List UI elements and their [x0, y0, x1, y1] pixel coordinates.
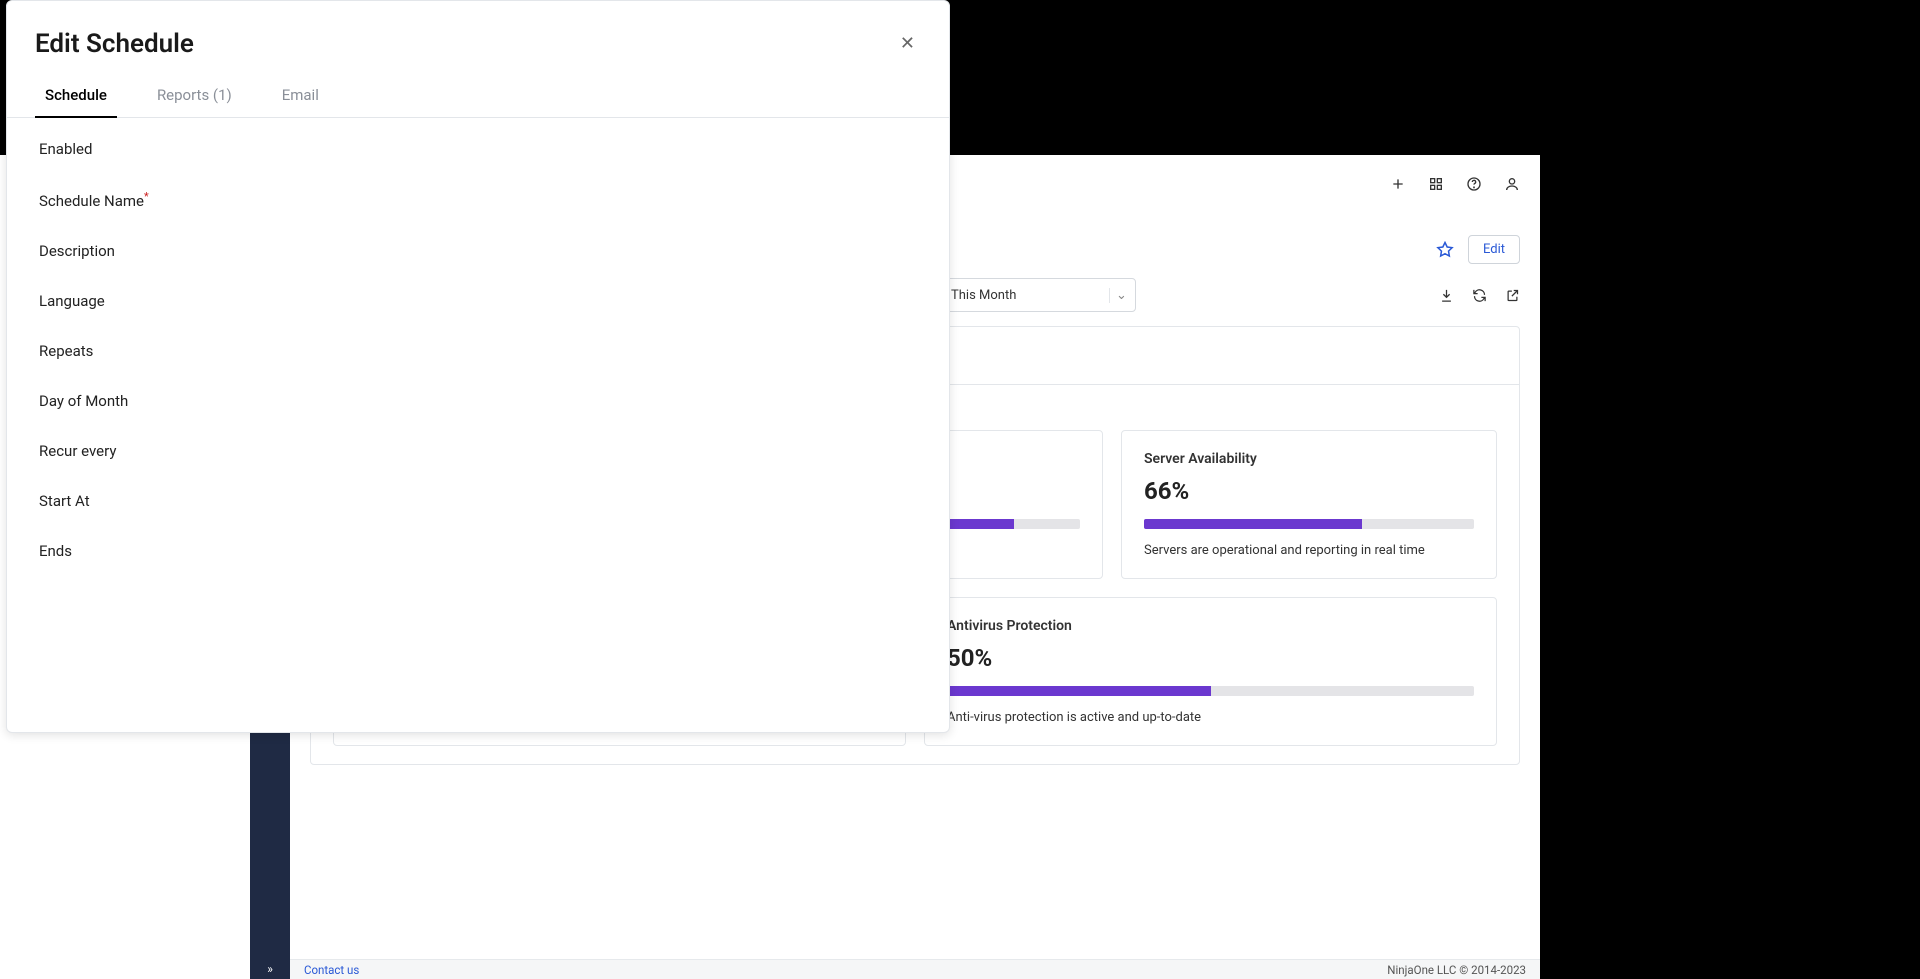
refresh-icon[interactable] [1472, 288, 1487, 303]
apps-grid-icon[interactable] [1428, 176, 1444, 192]
expand-nav-icon[interactable]: » [250, 959, 290, 979]
field-start-at: Start At [39, 492, 267, 510]
tile-percent: 66% [1144, 477, 1474, 505]
close-icon[interactable]: ✕ [894, 27, 921, 60]
field-schedule-name: Schedule Name* [39, 190, 267, 210]
user-icon[interactable] [1504, 176, 1520, 192]
copyright-text: NinjaOne LLC © 2014-2023 [1387, 963, 1526, 977]
field-ends: Ends [39, 542, 267, 560]
tile-caption: Anti-virus protection is active and up-t… [947, 710, 1474, 725]
progress-bar [1144, 519, 1474, 529]
app-footer: Contact us NinjaOne LLC © 2014-2023 [290, 959, 1540, 979]
plus-icon[interactable] [1390, 176, 1406, 192]
range-filter-dropdown[interactable]: This Month ⌄ [940, 278, 1136, 312]
help-icon[interactable] [1466, 176, 1482, 192]
favorite-star-icon[interactable] [1436, 241, 1454, 259]
field-repeats: Repeats [39, 342, 267, 360]
open-external-icon[interactable] [1505, 288, 1520, 303]
tile-caption: Servers are operational and reporting in… [1144, 543, 1474, 558]
modal-tabs: Schedule Reports (1) Email [7, 74, 949, 118]
tab-schedule[interactable]: Schedule [35, 74, 117, 118]
modal-title: Edit Schedule [35, 29, 194, 59]
tab-reports[interactable]: Reports (1) [147, 74, 242, 117]
range-filter-label: This Month [951, 288, 1016, 303]
field-enabled: Enabled [39, 140, 267, 158]
download-icon[interactable] [1439, 288, 1454, 303]
contact-us-link[interactable]: Contact us [304, 963, 359, 977]
field-language: Language [39, 292, 267, 310]
tile-antivirus: Antivirus Protection 50% Anti-virus prot… [924, 597, 1497, 746]
edit-button[interactable]: Edit [1468, 235, 1520, 264]
field-day-of-month: Day of Month [39, 392, 267, 410]
field-recur-every: Recur every [39, 442, 267, 460]
tab-email[interactable]: Email [272, 74, 329, 117]
field-description: Description [39, 242, 267, 260]
tile-server-availability: Server Availability 66% Servers are oper… [1121, 430, 1497, 579]
tile-title: Antivirus Protection [947, 618, 1474, 634]
chevron-down-icon: ⌄ [1109, 288, 1125, 303]
progress-bar [947, 686, 1474, 696]
edit-schedule-modal: Edit Schedule ✕ Schedule Reports (1) Ema… [6, 0, 950, 733]
tile-percent: 50% [947, 644, 1474, 672]
tile-title: Server Availability [1144, 451, 1474, 467]
